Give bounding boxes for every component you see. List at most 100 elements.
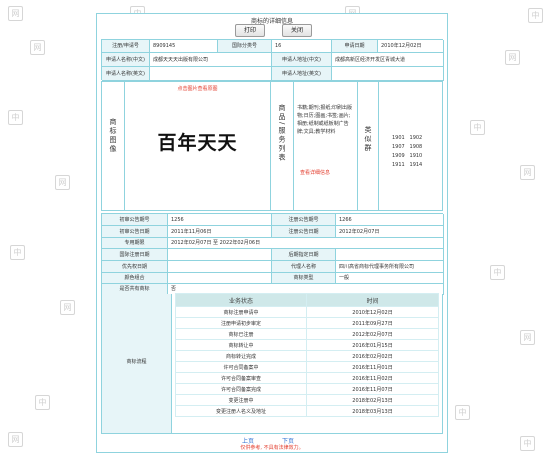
services-cell: 书籍;期刊;报纸;印刷出版物;日历;图画;书签;画片;相册;纸制或纸板制广告牌;… xyxy=(294,82,358,210)
detail-value: 一般 xyxy=(336,273,444,284)
process-date: 2018年02月13日 xyxy=(306,394,439,406)
info-label: 国际分类号 xyxy=(218,40,272,53)
services-text: 书籍;期刊;报纸;印刷出版物;日历;图画;书签;画片;相册;纸制或纸板制广告牌;… xyxy=(297,105,353,135)
process-date: 2016年02月02日 xyxy=(306,350,439,362)
mark-image-label: 商标图像 xyxy=(109,118,117,154)
info-value xyxy=(150,67,272,81)
group-code[interactable]: 1909 xyxy=(392,153,405,159)
detail-label: 初审公告期号 xyxy=(102,214,168,226)
info-label: 申请人地址(英文) xyxy=(272,67,332,81)
process-header-status: 业务状态 xyxy=(175,293,307,307)
info-label: 申请日期 xyxy=(332,40,378,53)
watermark-icon: 中 xyxy=(455,405,470,420)
info-value: 8909145 xyxy=(150,40,218,53)
trademark-image[interactable]: 百年天天 xyxy=(125,128,270,155)
info-value: 16 xyxy=(272,40,332,53)
table-row: 商标转让完成 2016年02月02日 xyxy=(175,350,439,362)
info-value: 2010年12月02日 xyxy=(378,40,444,53)
watermark-icon: 中 xyxy=(10,245,25,260)
view-original-link[interactable]: 点击图片查看原图 xyxy=(125,85,270,92)
watermark-icon: 中 xyxy=(8,110,23,125)
detail-label: 后期指定日期 xyxy=(272,249,336,261)
process-status: 商标转让中 xyxy=(175,339,307,351)
process-date: 2012年02月07日 xyxy=(306,328,439,340)
watermark-icon: 网 xyxy=(520,165,535,180)
group-code[interactable]: 1902 xyxy=(410,135,423,141)
detail-label: 注册公告期号 xyxy=(272,214,336,226)
table-row: 注册申请初步审定 2011年09月27日 xyxy=(175,317,439,329)
services-detail-link[interactable]: 查看详细信息 xyxy=(300,169,330,176)
detail-label: 注册公告日期 xyxy=(272,226,336,238)
group-codes: 1901 1902 1907 1908 1909 1910 1911 1914 xyxy=(392,134,422,170)
detail-label: 商标类型 xyxy=(272,273,336,284)
detail-label: 国际注册日期 xyxy=(102,249,168,261)
detail-label: 优先权日期 xyxy=(102,261,168,273)
info-label: 申请人名称(英文) xyxy=(102,67,150,81)
info-table: 注册/申请号 8909145 国际分类号 16 申请日期 2010年12月02日… xyxy=(101,39,444,81)
detail-value: 四川高省商标代理事务所有限公司 xyxy=(336,261,444,273)
group-code[interactable]: 1901 xyxy=(392,135,405,141)
process-status: 商标已注册 xyxy=(175,328,307,340)
process-date: 2016年11月07日 xyxy=(306,383,439,395)
detail-value: 1266 xyxy=(336,214,444,226)
process-date: 2011年09月27日 xyxy=(306,317,439,329)
print-button[interactable]: 打印 xyxy=(235,24,265,37)
watermark-icon: 中 xyxy=(35,395,50,410)
info-label: 申请人名称(中文) xyxy=(102,53,150,67)
mark-section: 商标图像 点击图片查看原图 百年天天 商品/服务列表 书籍;期刊;报纸;印刷出版… xyxy=(101,81,443,211)
info-label: 申请人地址(中文) xyxy=(272,53,332,67)
watermark-icon: 网 xyxy=(8,432,23,447)
info-value xyxy=(332,67,444,81)
table-row: 许可合同备案完成 2016年11月07日 xyxy=(175,383,439,395)
process-status: 许可合同备案完成 xyxy=(175,383,307,395)
page-title: 商标的详细信息 xyxy=(250,18,293,25)
watermark-icon: 中 xyxy=(520,436,535,451)
detail-value: 2011年11月06日 xyxy=(168,226,272,238)
watermark-icon: 网 xyxy=(8,6,23,21)
process-status: 商标转让完成 xyxy=(175,350,307,362)
detail-value: 2012年02月07日 xyxy=(336,226,444,238)
info-value: 成都天天天出版有限公司 xyxy=(150,53,272,67)
process-date: 2016年11月01日 xyxy=(306,361,439,373)
group-code[interactable]: 1908 xyxy=(410,144,423,150)
table-row: 商标转让中 2016年01月15日 xyxy=(175,339,439,351)
detail-value: 1256 xyxy=(168,214,272,226)
info-label: 注册/申请号 xyxy=(102,40,150,53)
detail-label: 颜色组合 xyxy=(102,273,168,284)
detail-label: 专用期限 xyxy=(102,238,168,249)
detail-value: 2012年02月07日 至 2022年02月06日 xyxy=(168,238,444,249)
process-date: 2010年12月02日 xyxy=(306,306,439,318)
process-label: 商标流程 xyxy=(126,359,147,365)
process-table: 业务状态 时间 商标注册申请中 2010年12月02日 注册申请初步审定 2011年… xyxy=(175,293,439,417)
table-row: 许可合同备案中 2016年11月01日 xyxy=(175,361,439,373)
group-code[interactable]: 1910 xyxy=(410,153,423,159)
detail-value xyxy=(168,261,272,273)
watermark-icon: 网 xyxy=(520,330,535,345)
group-code[interactable]: 1914 xyxy=(410,162,423,168)
mark-image-label-cell: 商标图像 xyxy=(102,82,125,210)
process-date: 2016年11月02日 xyxy=(306,372,439,384)
group-code[interactable]: 1911 xyxy=(392,162,405,168)
process-header-date: 时间 xyxy=(306,293,439,307)
process-status: 许可合同备案中 xyxy=(175,361,307,373)
disclaimer-note: 仅供参考, 不具有法律效力。 xyxy=(240,445,304,451)
trademark-detail-panel: 商标的详细信息 打印 关闭 注册/申请号 8909145 国际分类号 16 申请… xyxy=(96,13,448,453)
close-button[interactable]: 关闭 xyxy=(282,24,312,37)
watermark-icon: 中 xyxy=(528,8,543,23)
table-row: 变更注册中 2018年02月13日 xyxy=(175,394,439,406)
detail-value xyxy=(336,249,444,261)
detail-value xyxy=(168,273,272,284)
group-code[interactable]: 1907 xyxy=(392,144,405,150)
mark-image-cell[interactable]: 点击图片查看原图 百年天天 xyxy=(125,82,271,210)
group-cell: 1901 1902 1907 1908 1909 1910 1911 1914 xyxy=(379,82,442,210)
detail-label: 代理人名称 xyxy=(272,261,336,273)
watermark-icon: 中 xyxy=(470,120,485,135)
detail-table: 初审公告期号 1256 注册公告期号 1266 初审公告日期 2011年11月0… xyxy=(101,213,444,295)
table-row: 商标注册申请中 2010年12月02日 xyxy=(175,306,439,318)
detail-value xyxy=(168,249,272,261)
process-status: 商标注册申请中 xyxy=(175,306,307,318)
detail-label: 初审公告日期 xyxy=(102,226,168,238)
process-date: 2018年03月13日 xyxy=(306,405,439,417)
watermark-icon: 网 xyxy=(60,300,75,315)
process-date: 2016年01月15日 xyxy=(306,339,439,351)
